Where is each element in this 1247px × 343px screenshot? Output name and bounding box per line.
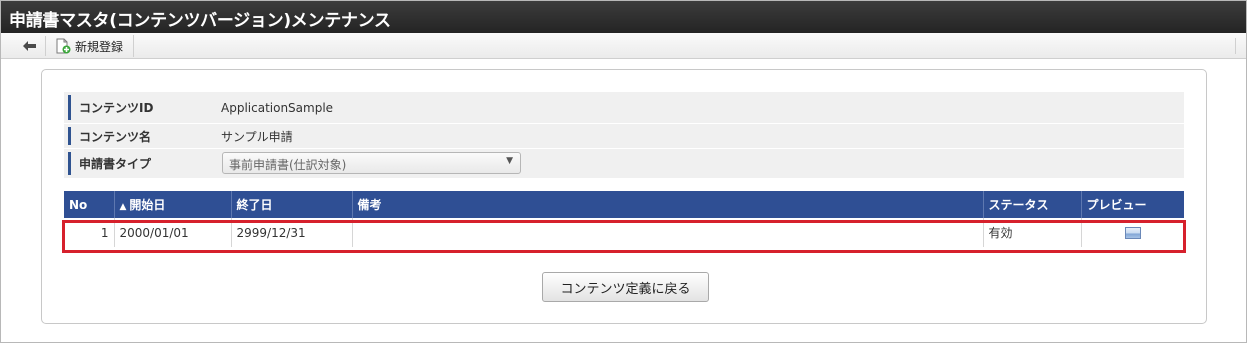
column-header-no[interactable]: No — [64, 191, 115, 218]
start-date-header-label: 開始日 — [129, 198, 166, 212]
column-header-remarks[interactable]: 備考 — [352, 191, 984, 218]
form-type-label: 申請書タイプ — [68, 152, 213, 175]
new-registration-label: 新規登録 — [75, 39, 124, 54]
content-name-label: コンテンツ名 — [68, 127, 213, 145]
row-status-cell: 有効 — [983, 218, 1082, 247]
sort-ascending-icon: ▲ — [119, 202, 127, 212]
toolbar: 新規登録 — [1, 33, 1246, 59]
column-header-preview: プレビュー — [1081, 191, 1184, 218]
form-type-selected-value: 事前申請書(仕訳対象) — [229, 158, 347, 172]
content-id-value: ApplicationSample — [221, 100, 334, 115]
column-header-status[interactable]: ステータス — [983, 191, 1082, 218]
back-button[interactable] — [14, 36, 46, 56]
column-header-end-date[interactable]: 終了日 — [231, 191, 353, 218]
row-preview-cell — [1081, 218, 1184, 247]
row-remarks-cell — [352, 218, 984, 247]
form-row-form-type: 申請書タイプ 事前申請書(仕訳対象) ▼ — [64, 149, 1184, 178]
table-row[interactable]: 1 2000/01/01 2999/12/31 有効 — [64, 218, 1184, 247]
form-row-content-id: コンテンツID ApplicationSample — [64, 92, 1184, 123]
form-type-select[interactable]: 事前申請書(仕訳対象) ▼ — [222, 152, 521, 174]
new-registration-button[interactable]: 新規登録 — [55, 35, 135, 57]
form-row-content-name: コンテンツ名 サンプル申請 — [64, 124, 1184, 148]
chevron-down-icon: ▼ — [506, 156, 513, 166]
back-to-content-definition-button[interactable]: コンテンツ定義に戻る — [542, 272, 709, 302]
column-header-start-date[interactable]: ▲ 開始日 — [114, 191, 232, 218]
page-title: 申請書マスタ(コンテンツバージョン)メンテナンス — [1, 1, 1246, 33]
row-start-date-cell: 2000/01/01 — [114, 218, 232, 247]
preview-icon[interactable] — [1124, 227, 1141, 239]
content-id-label: コンテンツID — [68, 95, 213, 120]
content-name-value: サンプル申請 — [221, 129, 293, 144]
version-table: No ▲ 開始日 終了日 備考 ステータス プレビュー 1 2000/01/01 … — [64, 191, 1184, 247]
toolbar-divider — [1235, 38, 1236, 54]
row-no-cell: 1 — [64, 218, 115, 247]
document-add-icon — [56, 38, 71, 54]
table-header-row: No ▲ 開始日 終了日 備考 ステータス プレビュー — [64, 191, 1184, 218]
row-end-date-cell: 2999/12/31 — [231, 218, 353, 247]
arrow-left-icon — [23, 41, 36, 51]
window-frame: 申請書マスタ(コンテンツバージョン)メンテナンス 新規登録 コンテンツID Ap… — [0, 0, 1247, 343]
